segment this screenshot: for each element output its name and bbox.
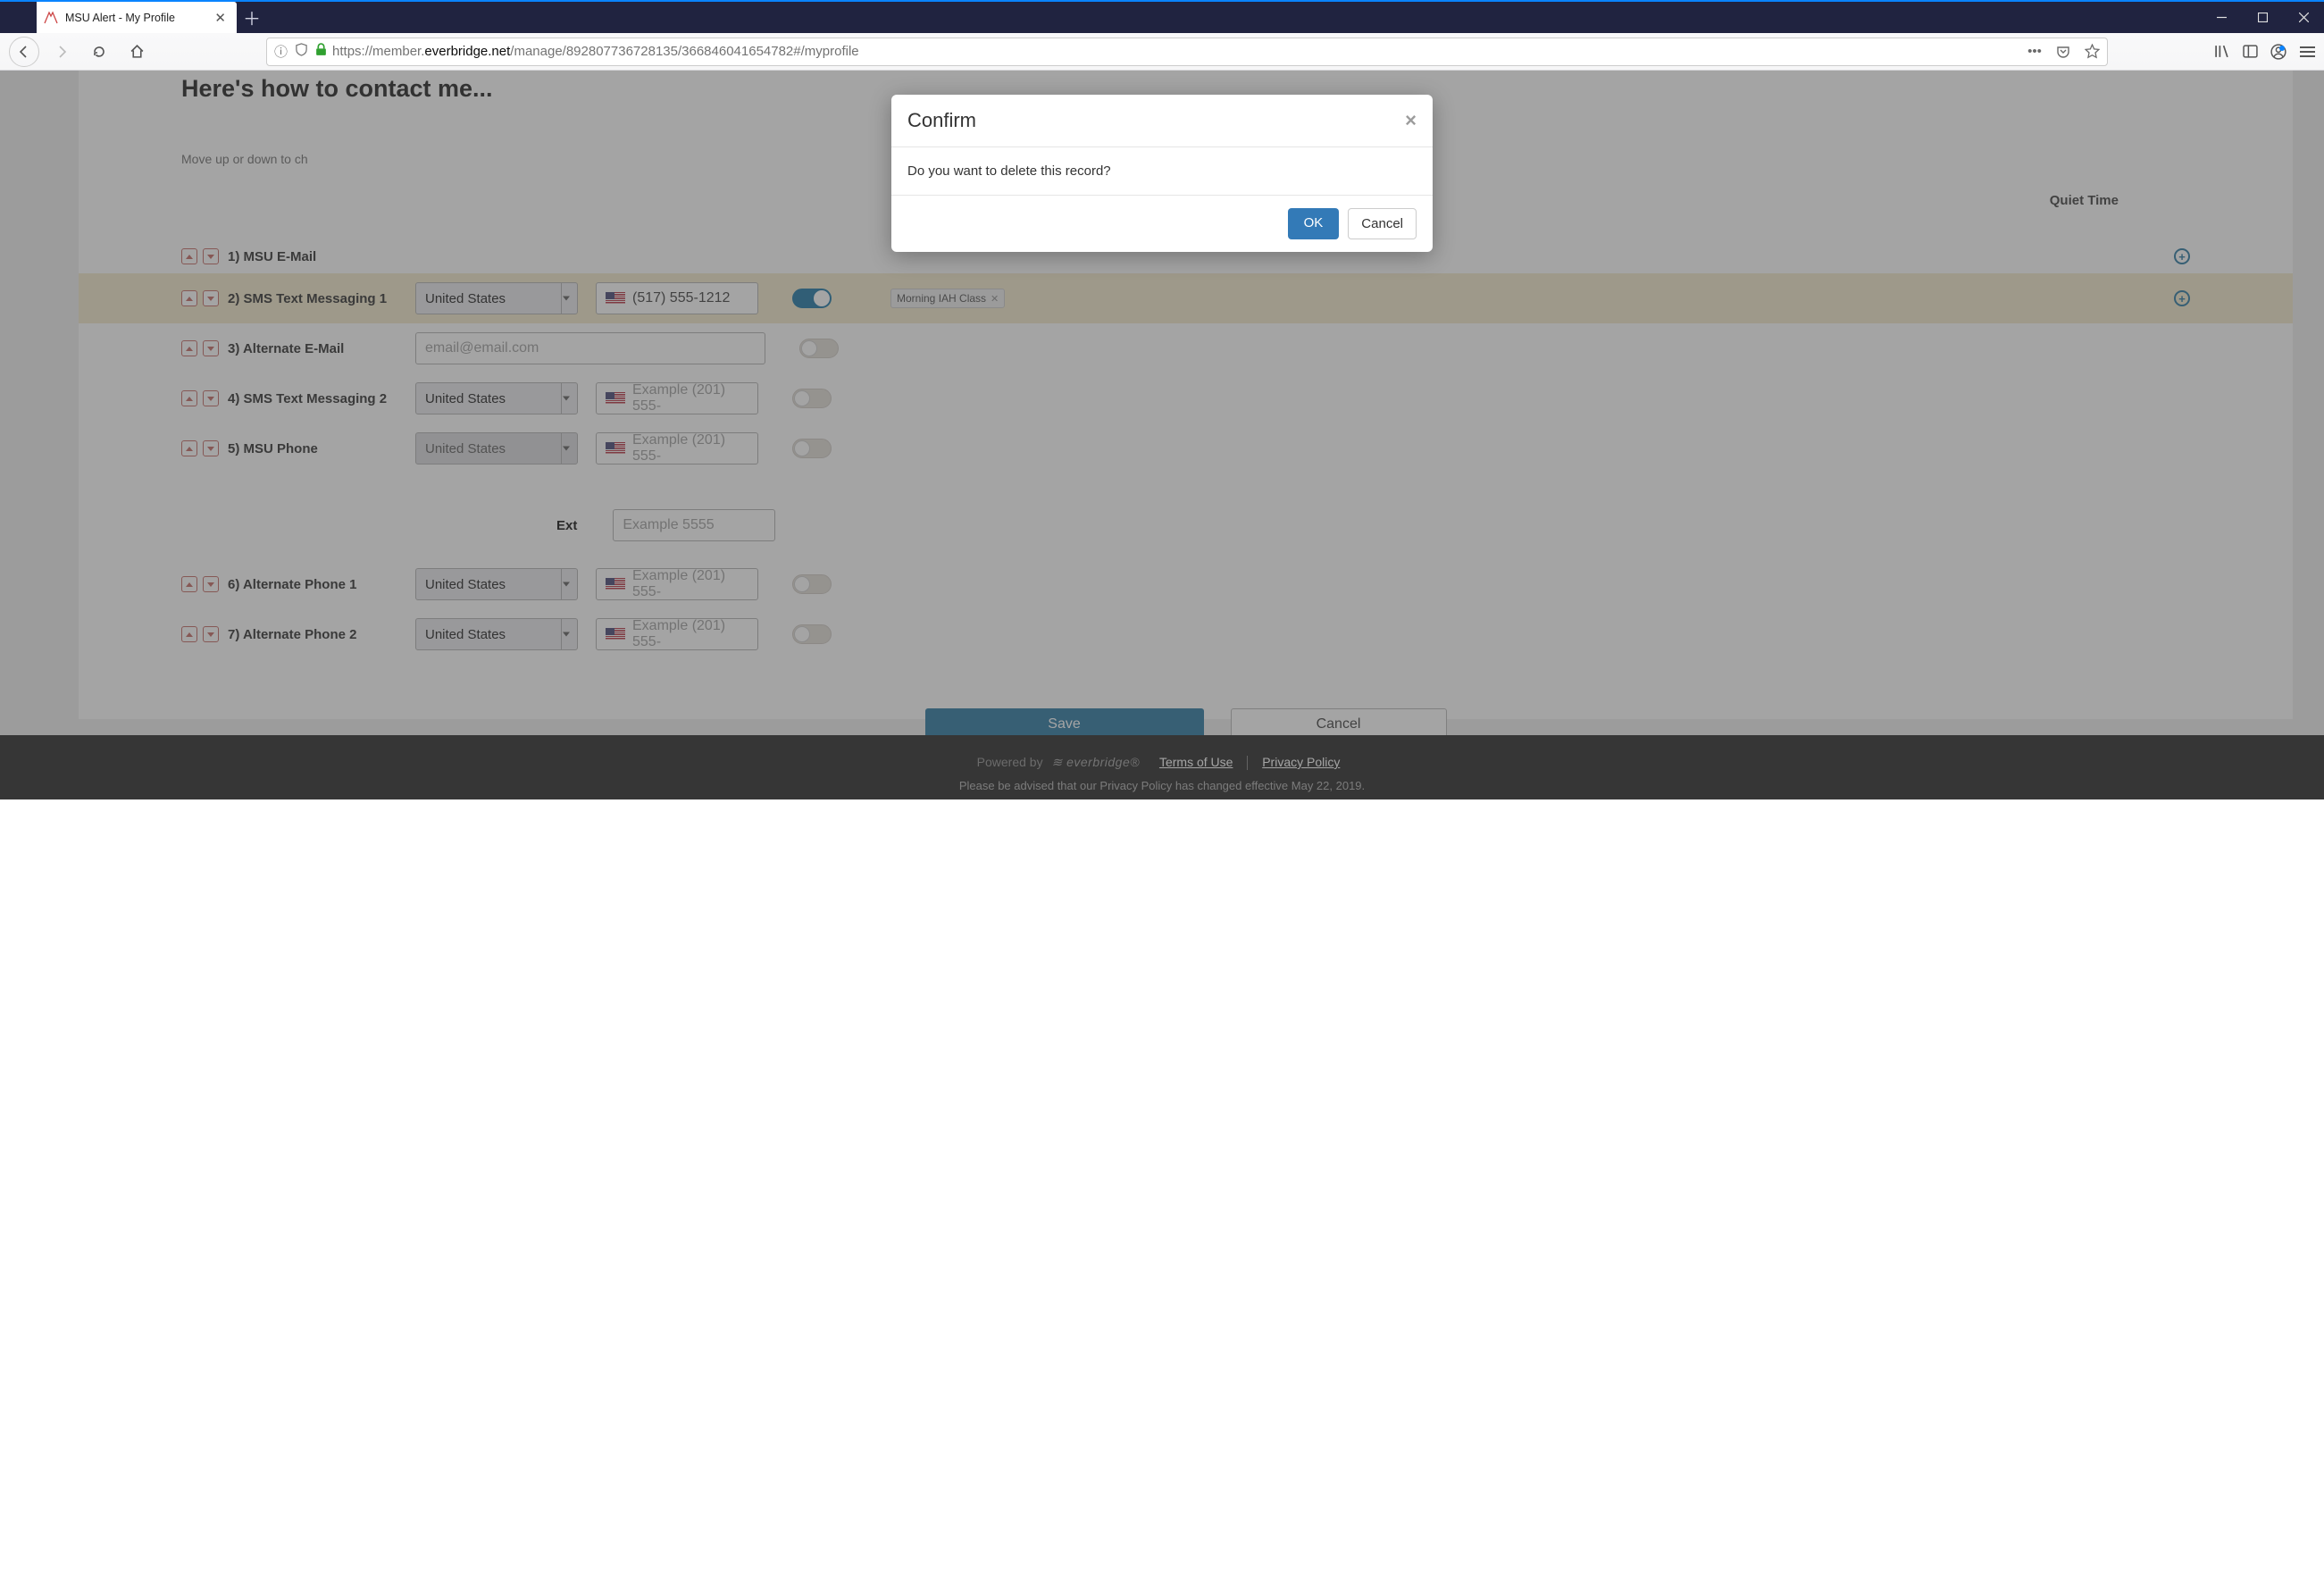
tab-close-icon[interactable]: ✕ [211, 10, 230, 26]
new-tab-button[interactable]: ＋ [237, 2, 267, 33]
page-viewport: Here's how to contact me... Move up or d… [0, 71, 2324, 799]
window-minimize-button[interactable] [2201, 2, 2242, 33]
modal-ok-button[interactable]: OK [1288, 208, 1340, 239]
modal-body-text: Do you want to delete this record? [891, 147, 1433, 195]
url-text: https://member.everbridge.net/manage/892… [332, 44, 2021, 59]
lock-icon[interactable] [315, 43, 327, 60]
nav-home-button[interactable] [121, 37, 152, 67]
tab-favicon-icon [44, 11, 58, 25]
browser-toolbar: ⓘ https://member.everbridge.net/manage/8… [0, 33, 2324, 71]
nav-reload-button[interactable] [84, 37, 114, 67]
confirm-dialog: Confirm × Do you want to delete this rec… [891, 95, 1433, 252]
window-close-button[interactable] [2283, 2, 2324, 33]
window-maximize-button[interactable] [2242, 2, 2283, 33]
bookmark-star-icon[interactable] [2084, 44, 2100, 60]
browser-tab-active[interactable]: MSU Alert - My Profile ✕ [37, 2, 237, 33]
app-menu-button[interactable] [2299, 44, 2315, 60]
url-bar[interactable]: ⓘ https://member.everbridge.net/manage/8… [266, 38, 2108, 66]
modal-title: Confirm [907, 109, 1405, 132]
modal-cancel-button[interactable]: Cancel [1348, 208, 1417, 239]
sidebar-icon[interactable] [2242, 44, 2258, 60]
window-titlebar: MSU Alert - My Profile ✕ ＋ [0, 0, 2324, 33]
window-controls [2201, 2, 2324, 33]
library-icon[interactable] [2213, 44, 2229, 60]
pocket-icon[interactable] [2055, 44, 2071, 60]
modal-overlay[interactable]: Confirm × Do you want to delete this rec… [0, 71, 2324, 799]
account-icon[interactable] [2270, 44, 2286, 60]
page-info-icon[interactable]: ⓘ [274, 42, 288, 61]
nav-back-button[interactable] [9, 37, 39, 67]
tab-title: MSU Alert - My Profile [65, 12, 211, 24]
nav-forward-button[interactable] [46, 37, 77, 67]
shield-icon[interactable] [295, 43, 308, 60]
page-actions-icon[interactable]: ••• [2027, 44, 2043, 60]
modal-close-icon[interactable]: × [1405, 109, 1417, 132]
